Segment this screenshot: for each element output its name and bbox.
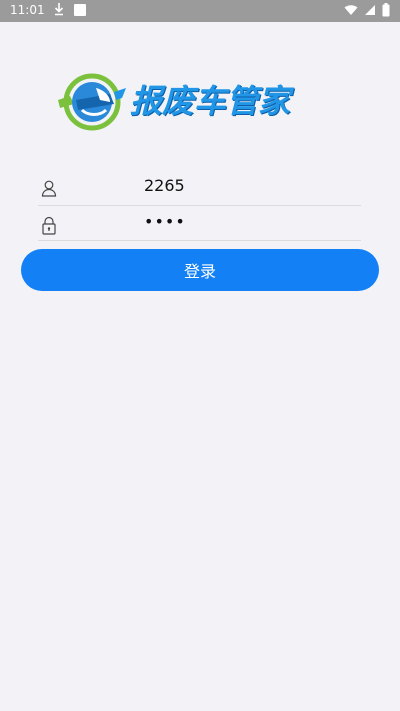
username-input[interactable]: 2265 [144, 176, 185, 195]
notification-icon [74, 4, 86, 16]
signal-icon [364, 4, 376, 19]
status-bar: 11:01 [0, 0, 400, 22]
password-input[interactable]: •••• [144, 212, 186, 231]
logo-text: 报废车管家 [130, 82, 291, 120]
wrench-car-logo-icon [58, 73, 126, 131]
download-icon [54, 2, 64, 19]
battery-icon [382, 3, 390, 20]
status-time: 11:01 [10, 3, 45, 17]
app-logo: 报废车管家 [52, 70, 332, 134]
password-field[interactable]: •••• [38, 206, 361, 241]
lock-icon [40, 216, 58, 235]
username-field[interactable]: 2265 [38, 171, 361, 206]
login-button[interactable]: 登录 [21, 249, 379, 291]
status-icons [344, 3, 390, 20]
wifi-icon [344, 4, 358, 19]
user-icon [40, 179, 58, 197]
